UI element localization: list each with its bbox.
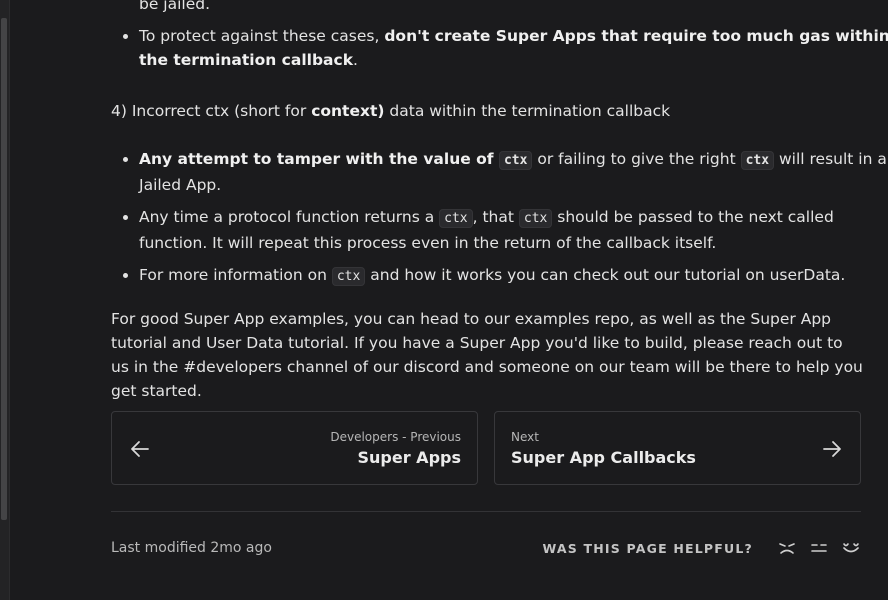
footer-divider	[111, 511, 861, 512]
gas-protection-item: To protect against these cases, don't cr…	[139, 24, 888, 72]
ctx-code: ctx	[740, 151, 775, 170]
happy-face-icon[interactable]	[841, 540, 861, 556]
ctx-code: ctx	[498, 151, 533, 170]
info-prefix: For more information on	[139, 266, 332, 284]
section-4-heading: 4) Incorrect ctx (short for context) dat…	[111, 99, 863, 123]
arrow-left-icon	[131, 441, 149, 457]
jailed-tail-item: be jailed.	[139, 0, 888, 16]
gas-bullet-list: be jailed. To protect against these case…	[111, 0, 888, 80]
last-modified: Last modified 2mo ago	[111, 540, 272, 556]
doc-pagination: Developers - Previous Super Apps Next Su…	[111, 411, 861, 487]
tamper-bold: Any attempt to tamper with the value of	[139, 150, 499, 168]
next-page-label: Next	[511, 430, 539, 444]
sad-face-icon[interactable]	[777, 540, 797, 556]
return-item: Any time a protocol function returns a c…	[139, 205, 888, 255]
section4-prefix: 4) Incorrect ctx (short for	[111, 102, 312, 120]
ctx-code: ctx	[331, 267, 366, 286]
closing-paragraph: For good Super App examples, you can hea…	[111, 310, 863, 400]
arrow-right-icon	[823, 441, 841, 457]
gas-prefix-text: To protect against these cases,	[139, 27, 385, 45]
next-page-link[interactable]: Next Super App Callbacks	[494, 411, 861, 485]
return-prefix: Any time a protocol function returns a	[139, 208, 440, 226]
previous-page-label: Developers - Previous	[330, 430, 461, 444]
next-page-title: Super App Callbacks	[511, 448, 696, 467]
previous-page-title: Super Apps	[357, 448, 462, 467]
info-suffix: and how it works you can check out our t…	[365, 266, 846, 284]
tamper-item: Any attempt to tamper with the value of …	[139, 147, 888, 197]
scrollbar-thumb[interactable]	[1, 18, 7, 520]
ctx-code: ctx	[518, 209, 553, 228]
ctx-bullet-list: Any attempt to tamper with the value of …	[111, 147, 888, 297]
section4-bold: context)	[311, 102, 385, 120]
tamper-mid: or failing to give the right	[532, 150, 741, 168]
jailed-tail-text: be jailed.	[139, 0, 211, 13]
section4-suffix: data within the termination callback	[384, 102, 671, 120]
info-item: For more information on ctx and how it w…	[139, 263, 888, 289]
neutral-face-icon[interactable]	[809, 540, 829, 556]
gas-suffix-text: .	[353, 51, 358, 69]
previous-page-link[interactable]: Developers - Previous Super Apps	[111, 411, 478, 485]
return-mid: , that	[472, 208, 519, 226]
page-scrollbar[interactable]	[0, 0, 10, 600]
feedback-widget: WAS THIS PAGE HELPFUL?	[542, 537, 861, 559]
helpful-label: WAS THIS PAGE HELPFUL?	[542, 540, 753, 556]
ctx-code: ctx	[439, 209, 473, 228]
